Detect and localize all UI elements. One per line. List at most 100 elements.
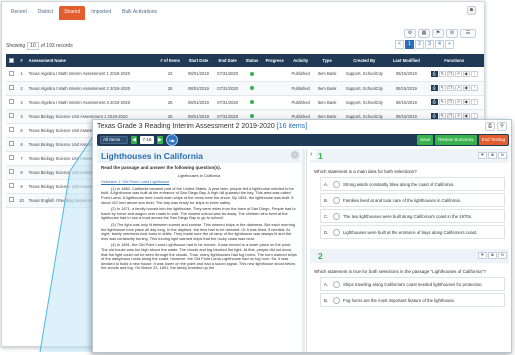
col-end-date[interactable]: End Date <box>213 54 243 67</box>
col-last-modified[interactable]: Last Modified <box>388 54 425 67</box>
assessment-name-link[interactable]: Texas Algebra I Math Interim Assessment … <box>26 81 157 96</box>
view-icon[interactable]: ◉ <box>462 99 470 105</box>
col-assessment-name[interactable]: Assessment Name <box>26 54 157 67</box>
tab-district[interactable]: District <box>33 6 58 20</box>
copy-icon[interactable]: ❐ <box>446 70 454 77</box>
more-icon[interactable]: ⋮ <box>470 85 478 91</box>
edit-icon[interactable]: ✎ <box>438 85 446 91</box>
row-checkbox[interactable] <box>6 137 17 152</box>
assessment-name-link[interactable]: Texas Algebra I Math Interim Assessment … <box>26 95 157 110</box>
col-number[interactable]: # <box>16 54 27 67</box>
row-checkbox[interactable] <box>6 109 17 124</box>
col-created-by[interactable]: Created By <box>340 54 389 67</box>
share-icon[interactable]: ↗ <box>454 99 462 105</box>
answer-option-d[interactable]: D. Lighthouses were built at the entrance… <box>320 225 505 239</box>
answer-option-b[interactable]: B. Families lived at and took care of the… <box>320 193 505 207</box>
more-icon[interactable]: ⋮ <box>470 99 478 105</box>
next-arrow-icon[interactable]: ▶ <box>157 136 163 144</box>
row-checkbox[interactable] <box>6 81 17 96</box>
radio-button[interactable] <box>333 280 340 288</box>
collapse-passage-icon[interactable]: › <box>291 151 299 159</box>
page-next-button[interactable]: > <box>445 40 454 49</box>
records-summary: Showing 10 of 193 records <box>6 42 73 50</box>
save-button[interactable]: Save <box>417 135 434 145</box>
tab-shared[interactable]: Shared <box>59 6 86 20</box>
flag-icon[interactable]: ⚑ <box>478 252 487 259</box>
table-row[interactable]: 3 Texas Algebra I Math Interim Assessment… <box>6 95 484 110</box>
edit-icon[interactable]: ✎ <box>438 70 446 77</box>
copy-icon[interactable]: ❐ <box>446 85 454 91</box>
col-status[interactable]: Status <box>242 54 262 67</box>
flag-icon[interactable]: ⚑ <box>478 152 487 159</box>
page-3-button[interactable]: 3 <box>425 40 434 49</box>
col-activity[interactable]: Activity <box>287 54 314 67</box>
passage-scrollbar[interactable] <box>302 149 305 352</box>
item-filter-select[interactable]: All Items <box>100 136 128 144</box>
prev-arrow-icon[interactable]: ◀ <box>131 136 137 144</box>
answer-option-b[interactable]: B. Fog horns are the most important featu… <box>320 293 505 307</box>
col-items[interactable]: # of Items <box>156 54 184 67</box>
row-checkbox[interactable] <box>6 193 17 208</box>
radio-button[interactable] <box>333 296 340 304</box>
gear-icon[interactable]: ⚙ <box>488 252 497 259</box>
print-icon[interactable]: ⎙ <box>430 70 438 77</box>
person-icon[interactable]: ☻ <box>467 6 476 15</box>
row-end-date: 07/31/2020 <box>213 67 243 82</box>
edit-icon[interactable]: ✎ <box>438 99 446 105</box>
radio-button[interactable] <box>333 228 340 236</box>
page-4-button[interactable]: 4 <box>435 40 444 49</box>
copy-icon[interactable]: ❐ <box>446 99 454 105</box>
col-start-date[interactable]: Start Date <box>183 54 214 67</box>
col-progress[interactable]: Progress <box>261 54 288 67</box>
row-checkbox[interactable] <box>6 165 17 180</box>
table-row[interactable]: 2 Texas Algebra I Math Interim Assessment… <box>6 81 484 96</box>
share-icon[interactable]: ↗ <box>454 85 462 91</box>
answer-option-a[interactable]: A. Strong winds constantly blow along the… <box>320 177 505 191</box>
print-icon[interactable]: ⎙ <box>430 99 438 105</box>
page-2-button[interactable]: 2 <box>415 40 424 49</box>
tab-recent[interactable]: Recent <box>6 6 32 20</box>
settings-icon[interactable]: ⚙ <box>404 29 416 38</box>
radio-button[interactable] <box>333 180 340 188</box>
row-checkbox[interactable] <box>6 123 17 138</box>
tab-imported[interactable]: Imported <box>86 6 116 20</box>
tag-icon[interactable]: ⚑ <box>432 29 444 38</box>
row-checkbox[interactable] <box>6 179 17 194</box>
page-1-button[interactable]: 1 <box>405 40 414 49</box>
passage-pane: Lighthouses in California › Read the pas… <box>97 149 301 352</box>
page-prev-button[interactable]: < <box>395 40 404 49</box>
page-size-select[interactable]: 10 <box>27 42 39 50</box>
option-text: Ships traveling along California's coast… <box>343 281 483 287</box>
more-icon[interactable]: ⋮ <box>470 70 478 77</box>
search-icon[interactable]: ⚲ <box>497 122 507 131</box>
answer-option-c[interactable]: C. The two lighthouses were built along C… <box>320 209 505 223</box>
col-type[interactable]: Type <box>313 54 341 67</box>
gear-icon[interactable]: ⚙ <box>446 29 458 38</box>
pane-divider[interactable] <box>306 149 307 352</box>
print-icon[interactable]: ⎙ <box>430 85 438 91</box>
answer-option-a[interactable]: A. Ships traveling along California's coa… <box>320 277 505 291</box>
view-icon[interactable]: ◉ <box>462 70 470 77</box>
print-icon[interactable]: ⎙ <box>485 122 495 131</box>
navigator-button[interactable]: N▶ <box>166 134 178 146</box>
view-icon[interactable]: ◉ <box>462 85 470 91</box>
end-testing-button[interactable]: End Testing <box>478 135 508 145</box>
option-text: Fog horns are the most important feature… <box>343 297 456 303</box>
calendar-icon[interactable]: ▦ <box>418 29 430 38</box>
showing-label: Showing <box>6 43 26 49</box>
refresh-icon[interactable]: ↻ <box>498 252 507 259</box>
tab-bulk-activations[interactable]: Bulk Activations <box>117 6 162 20</box>
row-checkbox[interactable] <box>6 95 17 110</box>
row-checkbox[interactable] <box>6 67 17 82</box>
share-icon[interactable]: ↗ <box>454 70 462 77</box>
table-row[interactable]: 1 Texas Algebra I Math Interim Assessment… <box>6 67 484 82</box>
review-summary-button[interactable]: Review Summary <box>435 135 477 145</box>
radio-button[interactable] <box>333 196 340 204</box>
row-checkbox[interactable] <box>6 151 17 166</box>
refresh-icon[interactable]: ↻ <box>498 152 507 159</box>
filter-icon[interactable]: ☰ <box>460 29 476 38</box>
select-all-checkbox[interactable] <box>6 54 17 67</box>
gear-icon[interactable]: ⚙ <box>488 152 497 159</box>
assessment-name-link[interactable]: Texas Algebra I Math Interim Assessment … <box>26 67 157 82</box>
radio-button[interactable] <box>333 212 340 220</box>
